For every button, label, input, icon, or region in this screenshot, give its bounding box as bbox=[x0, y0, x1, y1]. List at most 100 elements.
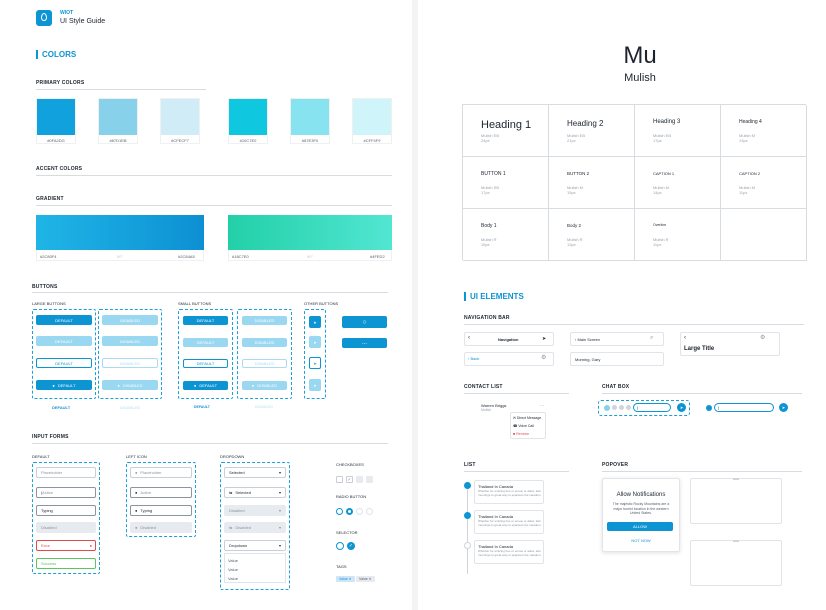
more-button[interactable]: ... bbox=[342, 338, 387, 348]
back-chevron-icon[interactable]: ‹ bbox=[684, 335, 686, 341]
selector-on[interactable]: ✓ bbox=[347, 542, 355, 550]
add-icon[interactable] bbox=[706, 405, 712, 411]
checkbox-unchecked[interactable] bbox=[336, 476, 343, 483]
checkbox-checked[interactable]: ✓ bbox=[346, 476, 353, 483]
large-pressed-button[interactable]: DEFAULT bbox=[36, 336, 92, 346]
small-text-button-default[interactable]: DEFAULT bbox=[194, 405, 210, 409]
dropdown-option[interactable]: Value bbox=[228, 558, 238, 563]
active-input[interactable]: | Active bbox=[36, 487, 96, 498]
gradient-from-label: #2C80F4 bbox=[40, 254, 57, 259]
dropdown-option[interactable]: Value bbox=[228, 576, 238, 581]
tags-title: TAGS bbox=[336, 564, 347, 569]
small-disabled-button: DISABLED bbox=[242, 316, 287, 325]
gradient-swatch-1 bbox=[36, 215, 204, 250]
send-icon-button[interactable]: ➤ bbox=[309, 316, 321, 328]
input-value: Error bbox=[41, 543, 50, 548]
large-default-button[interactable]: DEFAULT bbox=[36, 315, 92, 325]
typing-input[interactable]: Typing bbox=[36, 505, 96, 516]
radio-unselected[interactable] bbox=[336, 508, 343, 515]
back-chevron-icon[interactable]: ‹ bbox=[468, 335, 470, 341]
divider bbox=[464, 471, 569, 472]
disabled-dropdown-with-icon: ⇆ Disabled ▾ bbox=[224, 522, 286, 533]
chat-box-title: CHAT BOX bbox=[602, 384, 630, 390]
gear-icon[interactable]: ⚙ bbox=[541, 354, 546, 361]
color-swatch-card: #CFF4F9 bbox=[352, 98, 392, 144]
navbar-title-text: Main Screen bbox=[577, 337, 600, 342]
mic-icon[interactable] bbox=[626, 405, 631, 410]
type-style-name: Body 2 bbox=[567, 223, 582, 228]
tag-chip[interactable]: Value ✕ bbox=[336, 576, 355, 582]
primary-colors-title: PRIMARY COLORS bbox=[36, 80, 85, 86]
list-item[interactable]: Thailand In Canada Whether for enticing b… bbox=[474, 540, 544, 564]
tag-chip[interactable]: Value ✕ bbox=[356, 576, 375, 582]
left-icon-placeholder-input[interactable]: ● Placeholder bbox=[130, 467, 192, 478]
small-icon-button[interactable]: ● DEFAULT bbox=[183, 381, 228, 390]
placeholder-input[interactable]: Placeholder bbox=[36, 467, 96, 478]
divider bbox=[602, 393, 802, 394]
search-icon[interactable]: ⌕ bbox=[650, 335, 653, 342]
type-style-size: 17px bbox=[653, 138, 662, 143]
send-icon[interactable]: ➤ bbox=[542, 336, 546, 342]
list-item-body: Whether for enticing bus or ensue or all… bbox=[478, 549, 542, 557]
large-disabled-button: DISABLED bbox=[102, 336, 158, 346]
menu-label: Voice Call bbox=[518, 424, 534, 428]
gradient-to-label: #2C84A5 bbox=[178, 254, 195, 259]
type-style-size: 17px bbox=[481, 190, 490, 195]
send-button[interactable]: ➤ bbox=[677, 403, 686, 412]
large-title: Large Title bbox=[684, 346, 715, 352]
left-icon-typing-input[interactable]: ● Typing bbox=[130, 505, 192, 516]
send-icon-button-disabled: ➤ bbox=[309, 379, 321, 391]
send-icon-button-pressed[interactable]: ➤ bbox=[309, 336, 321, 348]
menu-item-direct-message[interactable]: ✉ Direct Message bbox=[513, 416, 541, 420]
person-icon: ● bbox=[135, 470, 138, 475]
large-icon-button[interactable]: ● DEFAULT bbox=[36, 380, 92, 390]
selected-dropdown-with-icon[interactable]: ⇆ Selected ▾ bbox=[224, 487, 286, 498]
error-input[interactable]: Error ● bbox=[36, 540, 96, 551]
dropdown-option[interactable]: Value bbox=[228, 567, 238, 572]
small-disabled-button: DISABLED bbox=[242, 338, 287, 347]
button-label: DEFAULT bbox=[57, 382, 76, 388]
selector-off[interactable] bbox=[336, 542, 344, 550]
typography-cell bbox=[721, 209, 807, 261]
selected-dropdown[interactable]: Selected ▾ bbox=[224, 467, 286, 478]
chat-input[interactable]: | bbox=[633, 403, 671, 412]
send-button[interactable]: ➤ bbox=[779, 403, 788, 412]
buttons-title: BUTTONS bbox=[32, 284, 58, 290]
small-pressed-button[interactable]: DEFAULT bbox=[183, 338, 228, 347]
type-style-size: 11px bbox=[739, 190, 748, 195]
back-link[interactable]: ‹ Back bbox=[468, 356, 479, 361]
small-outline-button[interactable]: DEFAULT bbox=[183, 359, 228, 368]
large-outline-button[interactable]: DEFAULT bbox=[36, 358, 92, 368]
menu-item-remove[interactable]: ■ Remove bbox=[513, 432, 529, 436]
type-style-name: BUTTON 2 bbox=[567, 171, 590, 176]
circle-button[interactable]: ○ bbox=[342, 316, 387, 328]
popover-body: The majestic Rocky Mountains are a major… bbox=[612, 502, 670, 515]
not-now-button[interactable]: NOT NOW bbox=[602, 538, 680, 543]
image-icon[interactable] bbox=[619, 405, 624, 410]
contact-sub: Mulish bbox=[481, 408, 492, 412]
brand-name: WIOT bbox=[60, 10, 74, 16]
add-icon[interactable] bbox=[604, 405, 610, 411]
open-dropdown[interactable]: Dropdown ▾ bbox=[224, 540, 286, 551]
text-button-default[interactable]: DEFAULT bbox=[52, 405, 70, 410]
left-icon-active-input[interactable]: ● Active bbox=[130, 487, 192, 498]
type-style-name: Heading 3 bbox=[653, 119, 681, 125]
radio-disabled bbox=[356, 508, 363, 515]
list-item[interactable]: Thailand In Canada Whether for enticing b… bbox=[474, 480, 544, 504]
colors-title: COLORS bbox=[36, 50, 76, 59]
small-default-button[interactable]: DEFAULT bbox=[183, 316, 228, 325]
checkbox-disabled-checked bbox=[366, 476, 373, 483]
allow-button[interactable]: ALLOW bbox=[607, 522, 673, 531]
chat-input[interactable]: | bbox=[714, 403, 774, 412]
send-icon-button-outline[interactable]: ➤ bbox=[309, 357, 321, 369]
gear-icon[interactable]: ⚙ bbox=[760, 334, 765, 341]
menu-item-voice-call[interactable]: ☎ Voice Call bbox=[513, 424, 534, 428]
success-input[interactable]: Success bbox=[36, 558, 96, 569]
plus-icon: ● bbox=[52, 382, 55, 388]
camera-icon[interactable] bbox=[612, 405, 617, 410]
type-style-name: CAPTION 2 bbox=[739, 171, 761, 176]
list-item[interactable]: Thailand In Canada Whether for enticing b… bbox=[474, 510, 544, 534]
radio-selected[interactable] bbox=[346, 508, 353, 515]
color-swatch-card: #87E3F0 bbox=[290, 98, 330, 144]
more-icon[interactable]: … bbox=[540, 402, 544, 407]
